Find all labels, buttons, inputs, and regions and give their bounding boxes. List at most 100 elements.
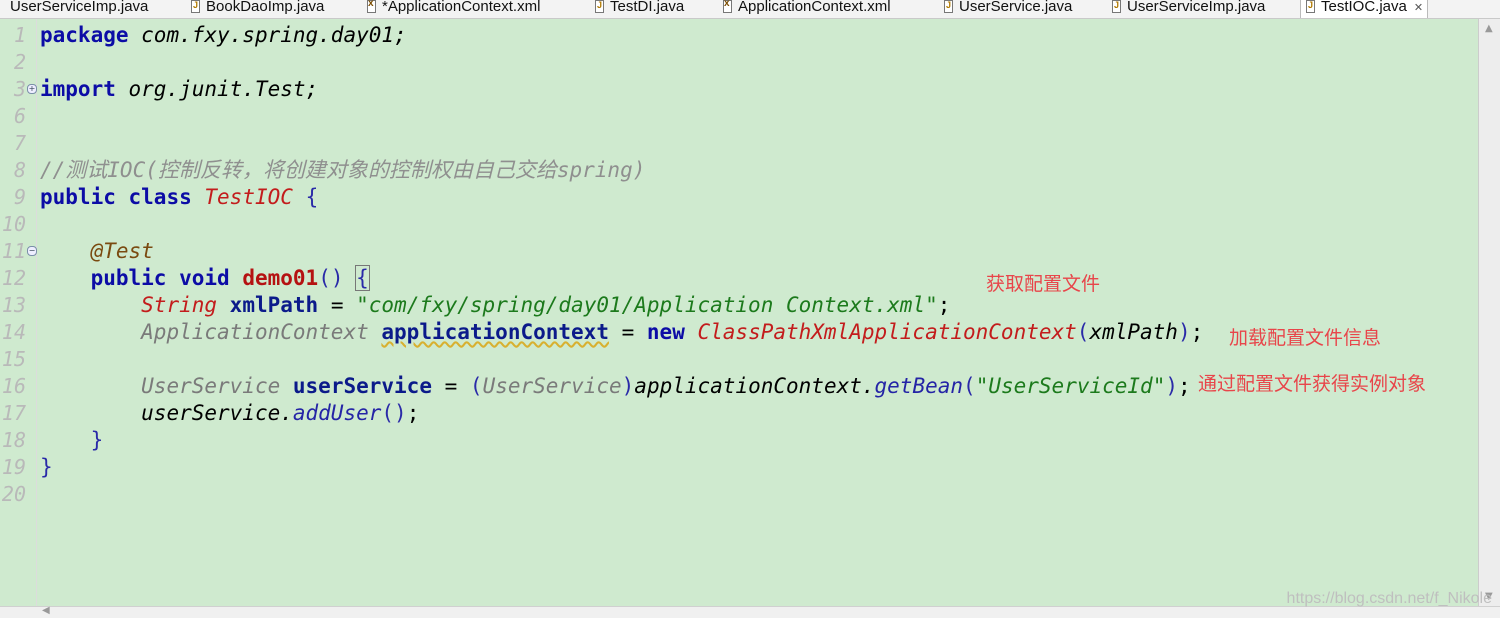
line-number: 14 bbox=[1, 320, 26, 344]
code-editor[interactable]: 1 2 3 + 6 7 8 9 10 11 − 12 13 14 15 16 1… bbox=[0, 19, 1478, 606]
line-number: 11 bbox=[1, 239, 26, 263]
operator: = bbox=[318, 293, 357, 317]
class-name: TestIOC bbox=[204, 185, 293, 209]
tab-userserviceimp-2[interactable]: UserServiceImp.java bbox=[1111, 0, 1265, 18]
method-call: addUser bbox=[292, 401, 382, 425]
string-literal: "com/fxy/spring/day01/Application Contex… bbox=[356, 293, 938, 317]
tab-label: UserServiceImp.java bbox=[10, 0, 149, 15]
line-number: 18 bbox=[1, 428, 26, 452]
keyword: new bbox=[646, 320, 685, 344]
string-literal: "UserServiceId" bbox=[975, 374, 1166, 398]
keyword: import bbox=[40, 77, 116, 101]
close-icon[interactable]: ✕ bbox=[1414, 1, 1423, 15]
variable: applicationContext bbox=[381, 320, 609, 344]
tab-label: *ApplicationContext.xml bbox=[382, 0, 541, 15]
code-line: //测试IOC(控制反转，将创建对象的控制权由自己交给spring) bbox=[40, 157, 645, 184]
paren: ( bbox=[1076, 320, 1090, 344]
parens: () bbox=[318, 266, 344, 290]
line-number: 20 bbox=[1, 482, 26, 506]
line-number: 3 bbox=[13, 77, 26, 101]
line-number: 1 bbox=[13, 23, 26, 47]
code-text: org.junit.Test; bbox=[115, 77, 319, 101]
keyword: public bbox=[40, 185, 116, 209]
brace: } bbox=[90, 428, 104, 452]
line-number: 13 bbox=[1, 293, 26, 317]
xml-file-icon bbox=[722, 0, 732, 13]
tab-applicationcontext-modified[interactable]: *ApplicationContext.xml bbox=[366, 0, 540, 18]
code-text: com.fxy.spring.day01; bbox=[128, 23, 407, 47]
object-ref: applicationContext. bbox=[634, 374, 875, 398]
java-file-icon bbox=[190, 0, 200, 13]
annotation-note: 通过配置文件获得实例对象 bbox=[1198, 373, 1427, 395]
annotation: @Test bbox=[90, 239, 154, 263]
operator: = bbox=[608, 320, 647, 344]
tab-bookdaoimp[interactable]: BookDaoImp.java bbox=[190, 0, 324, 18]
brace: { bbox=[305, 185, 319, 209]
parens: () bbox=[381, 401, 407, 425]
tab-label: UserService.java bbox=[959, 0, 1073, 15]
watermark: https://blog.csdn.net/f_Nikole bbox=[1286, 590, 1492, 607]
type-name: UserService bbox=[141, 374, 281, 398]
line-number: 17 bbox=[1, 401, 26, 425]
code-line: public void demo01() { bbox=[40, 265, 370, 292]
expand-fold-icon[interactable]: + bbox=[27, 84, 37, 94]
object-ref: userService. bbox=[141, 401, 293, 425]
paren: ) bbox=[1165, 374, 1178, 398]
code-line: } bbox=[40, 454, 53, 481]
vertical-scrollbar[interactable]: ▲ ▼ bbox=[1478, 19, 1500, 606]
tab-userserviceimp[interactable]: UserServiceImp.java bbox=[0, 0, 148, 18]
line-number: 12 bbox=[1, 266, 26, 290]
method-name: demo01 bbox=[242, 266, 319, 290]
line-number: 6 bbox=[13, 104, 26, 128]
code-line: public class TestIOC { bbox=[40, 184, 318, 211]
line-number: 7 bbox=[13, 131, 26, 155]
editor-tab-bar: UserServiceImp.java BookDaoImp.java *App… bbox=[0, 0, 1500, 19]
tab-applicationcontext[interactable]: ApplicationContext.xml bbox=[722, 0, 891, 18]
method-call: getBean bbox=[874, 374, 964, 398]
argument: xmlPath bbox=[1089, 320, 1178, 344]
java-file-icon bbox=[1305, 0, 1315, 13]
tab-userservice[interactable]: UserService.java bbox=[943, 0, 1072, 18]
line-number-gutter: 1 2 3 + 6 7 8 9 10 11 − 12 13 14 15 16 1… bbox=[0, 19, 37, 606]
code-line: } bbox=[40, 427, 104, 454]
type-name: ApplicationContext bbox=[141, 320, 369, 344]
brace: { bbox=[355, 265, 370, 291]
operator: = bbox=[431, 374, 470, 398]
semicolon: ; bbox=[1190, 320, 1204, 344]
line-number: 16 bbox=[1, 374, 26, 398]
type-name: String bbox=[141, 293, 218, 317]
keyword: class bbox=[128, 185, 192, 209]
code-line: @Test bbox=[40, 238, 154, 265]
keyword: public bbox=[90, 266, 167, 290]
tab-label: UserServiceImp.java bbox=[1127, 0, 1266, 15]
tab-testioc[interactable]: TestIOC.java ✕ bbox=[1300, 0, 1429, 18]
line-number: 2 bbox=[13, 50, 26, 74]
tab-label: TestDI.java bbox=[610, 0, 685, 15]
keyword: void bbox=[179, 266, 230, 290]
horizontal-scrollbar[interactable]: ◀ bbox=[0, 605, 1500, 618]
code-line: String xmlPath = "com/fxy/spring/day01/A… bbox=[40, 292, 950, 319]
scroll-left-arrow-icon[interactable]: ◀ bbox=[42, 605, 50, 616]
line-number: 10 bbox=[1, 212, 26, 236]
type-name: UserService bbox=[482, 374, 622, 398]
code-line: package com.fxy.spring.day01; bbox=[40, 22, 407, 49]
paren: ( bbox=[469, 374, 483, 398]
line-number: 8 bbox=[13, 158, 26, 182]
tab-testdi[interactable]: TestDI.java bbox=[594, 0, 684, 18]
line-number: 19 bbox=[1, 455, 26, 479]
code-comment: //测试IOC(控制反转，将创建对象的控制权由自己交给spring) bbox=[40, 158, 646, 182]
code-line: userService.addUser(); bbox=[40, 400, 419, 427]
scroll-up-arrow-icon[interactable]: ▲ bbox=[1485, 23, 1493, 34]
annotation-note: 加载配置文件信息 bbox=[1229, 327, 1382, 349]
xml-file-icon bbox=[366, 0, 376, 13]
java-file-icon bbox=[594, 0, 604, 13]
annotation-note: 获取配置文件 bbox=[986, 273, 1101, 295]
variable: xmlPath bbox=[229, 293, 319, 317]
collapse-fold-icon[interactable]: − bbox=[27, 246, 37, 256]
java-file-icon bbox=[943, 0, 953, 13]
paren: ) bbox=[1177, 320, 1191, 344]
code-line: import org.junit.Test; bbox=[40, 76, 318, 103]
paren: ) bbox=[621, 374, 635, 398]
line-number: 15 bbox=[1, 347, 26, 371]
tab-label: ApplicationContext.xml bbox=[738, 0, 891, 15]
